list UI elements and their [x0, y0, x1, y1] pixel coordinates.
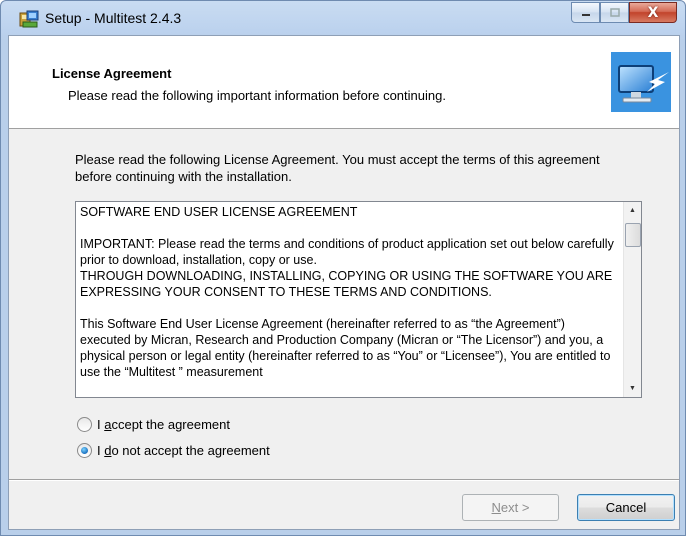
wizard-computer-logo-icon [611, 52, 671, 112]
scrollbar-thumb[interactable] [625, 223, 641, 247]
scroll-up-arrow-icon[interactable]: ▲ [624, 202, 641, 219]
title-bar[interactable]: Setup - Multitest 2.4.3 X [1, 1, 685, 35]
footer-separator [9, 479, 679, 481]
decline-agreement-option[interactable]: I do not accept the agreement [77, 443, 270, 458]
close-icon: X [647, 4, 659, 21]
wizard-client-area: License Agreement Please read the follow… [8, 35, 680, 530]
cancel-button[interactable]: Cancel [577, 494, 675, 521]
accept-radio[interactable] [77, 417, 92, 432]
setup-window: Setup - Multitest 2.4.3 X License Agreem… [0, 0, 686, 536]
intro-text: Please read the following License Agreem… [75, 152, 600, 184]
accept-agreement-option[interactable]: I accept the agreement [77, 417, 230, 432]
window-title: Setup - Multitest 2.4.3 [45, 10, 182, 26]
setup-app-icon [19, 9, 39, 29]
next-button[interactable]: Next > [462, 494, 559, 521]
decline-radio[interactable] [77, 443, 92, 458]
license-textbox[interactable]: SOFTWARE END USER LICENSE AGREEMENT IMPO… [75, 201, 642, 398]
next-button-label: Next > [491, 500, 530, 515]
scroll-down-arrow-icon[interactable]: ▼ [624, 380, 641, 397]
decline-label: I do not accept the agreement [97, 443, 270, 458]
close-button[interactable]: X [629, 2, 677, 23]
caption-buttons: X [571, 2, 677, 24]
maximize-icon [609, 8, 620, 17]
minimize-icon [581, 13, 590, 16]
license-scrollbar[interactable]: ▲ ▼ [623, 202, 641, 397]
license-text: SOFTWARE END USER LICENSE AGREEMENT IMPO… [80, 205, 614, 379]
wizard-header: License Agreement Please read the follow… [9, 36, 679, 129]
page-title: License Agreement [52, 66, 172, 81]
accept-label: I accept the agreement [97, 417, 230, 432]
page-subtitle: Please read the following important info… [68, 88, 446, 103]
minimize-button[interactable] [571, 2, 600, 23]
maximize-button[interactable] [600, 2, 629, 23]
